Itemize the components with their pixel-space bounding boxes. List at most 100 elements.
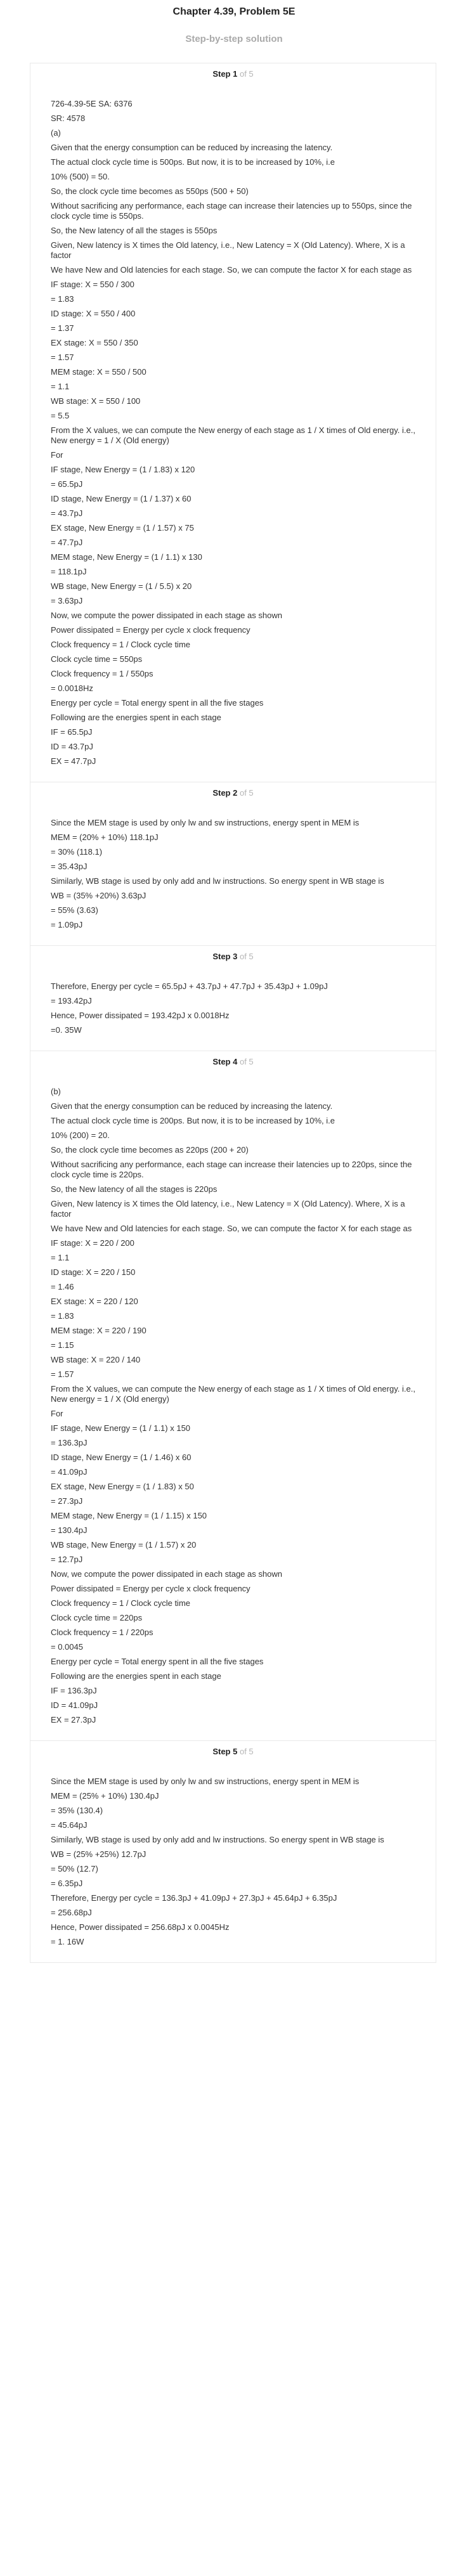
solution-line: MEM stage, New Energy = (1 / 1.15) x 150 xyxy=(51,1511,207,1520)
solution-line: = 118.1pJ xyxy=(51,567,87,576)
step-header: Step 2 of 5 xyxy=(51,787,415,799)
solution-line: For xyxy=(51,1409,63,1418)
solution-line: = 1.57 xyxy=(51,1369,74,1379)
solution-line: MEM stage: X = 220 / 190 xyxy=(51,1326,146,1335)
solution-line: So, the New latency of all the stages is… xyxy=(51,1184,218,1194)
solution-line: IF = 65.5pJ xyxy=(51,727,93,737)
solution-line: So, the clock cycle time becomes as 220p… xyxy=(51,1145,249,1155)
solution-line: SR: 4578 xyxy=(51,113,86,123)
solution-line: ID stage: X = 550 / 400 xyxy=(51,309,136,318)
solution-line: EX stage, New Energy = (1 / 1.83) x 50 xyxy=(51,1482,194,1491)
step-count: of 5 xyxy=(239,1057,254,1066)
solution-line: So, the clock cycle time becomes as 550p… xyxy=(51,186,249,196)
solution-line: WB stage: X = 220 / 140 xyxy=(51,1355,141,1364)
solution-line: EX = 27.3pJ xyxy=(51,1715,96,1725)
solution-line: = 1.1 xyxy=(51,382,70,391)
step-label: Step 4 xyxy=(212,1057,238,1066)
solution-line: = 30% (118.1) xyxy=(51,847,103,857)
solution-line: = 1.09pJ xyxy=(51,920,83,929)
step-header: Step 4 of 5 xyxy=(51,1056,415,1068)
solution-line: IF stage, New Energy = (1 / 1.1) x 150 xyxy=(51,1423,191,1433)
solution-line: Without sacrificing any performance, eac… xyxy=(51,201,412,221)
solution-line: Following are the energies spent in each… xyxy=(51,1671,221,1681)
solution-line: ID stage, New Energy = (1 / 1.37) x 60 xyxy=(51,494,192,503)
solution-line: = 1.46 xyxy=(51,1282,74,1291)
solution-line: = 55% (3.63) xyxy=(51,905,98,915)
solution-line: (b) xyxy=(51,1087,61,1096)
solution-line: = 50% (12.7) xyxy=(51,1864,98,1874)
solution-line: = 0.0018Hz xyxy=(51,683,93,693)
step-section: Step 1 of 5 726-4.39-5E SA: 6376 SR: 4578 (… xyxy=(30,63,436,782)
solution-line: = 35.43pJ xyxy=(51,862,88,871)
solution-line: = 41.09pJ xyxy=(51,1467,88,1477)
solution-line: = 47.7pJ xyxy=(51,538,83,547)
solution-line: The actual clock cycle time is 200ps. Bu… xyxy=(51,1116,335,1125)
solution-line: =0. 35W xyxy=(51,1025,82,1035)
solution-line: = 1.1 xyxy=(51,1253,70,1262)
solution-line: ID stage: X = 220 / 150 xyxy=(51,1267,136,1277)
step-section: Step 2 of 5 Since the MEM stage is used b… xyxy=(30,782,436,945)
step-label: Step 1 xyxy=(212,69,238,79)
solution-line: Power dissipated = Energy per cycle x cl… xyxy=(51,625,250,635)
solution-line: Hence, Power dissipated = 256.68pJ x 0.0… xyxy=(51,1922,230,1932)
solution-line: Following are the energies spent in each… xyxy=(51,713,221,722)
solution-line: WB stage, New Energy = (1 / 5.5) x 20 xyxy=(51,581,192,591)
solution-line: IF = 136.3pJ xyxy=(51,1686,97,1695)
solution-line: So, the New latency of all the stages is… xyxy=(51,226,218,235)
solution-line: From the X values, we can compute the Ne… xyxy=(51,1384,415,1404)
solution-steps: Step 1 of 5 726-4.39-5E SA: 6376 SR: 4578 (… xyxy=(30,63,436,1963)
solution-line: = 1.15 xyxy=(51,1340,74,1350)
step-count: of 5 xyxy=(239,788,254,798)
solution-line: Given that the energy consumption can be… xyxy=(51,143,333,152)
step-section: Step 3 of 5 Therefore, Energy per cycle =… xyxy=(30,945,436,1051)
solution-line: = 5.5 xyxy=(51,411,70,420)
solution-line: Therefore, Energy per cycle = 136.3pJ + … xyxy=(51,1893,337,1903)
solution-line: 10% (500) = 50. xyxy=(51,172,110,181)
step-label: Step 5 xyxy=(212,1747,238,1756)
page-title: Chapter 4.39, Problem 5E xyxy=(172,6,296,17)
solution-line: MEM = (25% + 10%) 130.4pJ xyxy=(51,1791,159,1801)
solution-line: Similarly, WB stage is used by only add … xyxy=(51,1835,384,1844)
step-label: Step 2 xyxy=(212,788,238,798)
solution-line: = 43.7pJ xyxy=(51,508,83,518)
solution-line: Similarly, WB stage is used by only add … xyxy=(51,876,384,886)
solution-line: = 12.7pJ xyxy=(51,1555,83,1564)
solution-line: = 6.35pJ xyxy=(51,1879,83,1888)
step-section: Step 5 of 5 Since the MEM stage is used b… xyxy=(30,1740,436,1963)
solution-line: Clock cycle time = 550ps xyxy=(51,654,143,664)
step-body: Therefore, Energy per cycle = 65.5pJ + 4… xyxy=(51,981,415,1035)
solution-line: = 1.57 xyxy=(51,353,74,362)
step-count: of 5 xyxy=(239,69,254,79)
solution-line: Now, we compute the power dissipated in … xyxy=(51,611,282,620)
solution-line: MEM stage: X = 550 / 500 xyxy=(51,367,146,377)
solution-line: Hence, Power dissipated = 193.42pJ x 0.0… xyxy=(51,1011,230,1020)
page-header: Chapter 4.39, Problem 5E Step-by-step so… xyxy=(0,0,468,46)
step-body: Since the MEM stage is used by only lw a… xyxy=(51,818,415,930)
solution-line: = 130.4pJ xyxy=(51,1525,88,1535)
solution-line: We have New and Old latencies for each s… xyxy=(51,1224,412,1233)
solution-line: = 35% (130.4) xyxy=(51,1806,103,1815)
solution-line: Energy per cycle = Total energy spent in… xyxy=(51,1657,264,1666)
solution-line: Since the MEM stage is used by only lw a… xyxy=(51,1777,360,1786)
solution-line: Without sacrificing any performance, eac… xyxy=(51,1160,412,1179)
solution-line: For xyxy=(51,450,63,460)
solution-line: EX stage: X = 220 / 120 xyxy=(51,1297,138,1306)
solution-line: IF stage: X = 220 / 200 xyxy=(51,1238,134,1248)
solution-line: Given that the energy consumption can be… xyxy=(51,1101,333,1111)
solution-line: EX = 47.7pJ xyxy=(51,756,96,766)
solution-line: Power dissipated = Energy per cycle x cl… xyxy=(51,1584,250,1593)
solution-line: 10% (200) = 20. xyxy=(51,1130,110,1140)
solution-line: = 3.63pJ xyxy=(51,596,83,605)
solution-line: = 1.83 xyxy=(51,294,74,304)
solution-line: From the X values, we can compute the Ne… xyxy=(51,425,415,445)
solution-line: Since the MEM stage is used by only lw a… xyxy=(51,818,360,827)
solution-line: Given, New latency is X times the Old la… xyxy=(51,240,405,260)
solution-line: = 1.83 xyxy=(51,1311,74,1321)
step-body: 726-4.39-5E SA: 6376 SR: 4578 (a) Given tha… xyxy=(51,99,415,767)
step-count: of 5 xyxy=(239,952,254,961)
solution-line: MEM = (20% + 10%) 118.1pJ xyxy=(51,832,159,842)
solution-line: = 256.68pJ xyxy=(51,1908,92,1917)
solution-line: IF stage, New Energy = (1 / 1.83) x 120 xyxy=(51,465,195,474)
step-header: Step 5 of 5 xyxy=(51,1746,415,1757)
solution-line: Now, we compute the power dissipated in … xyxy=(51,1569,282,1579)
